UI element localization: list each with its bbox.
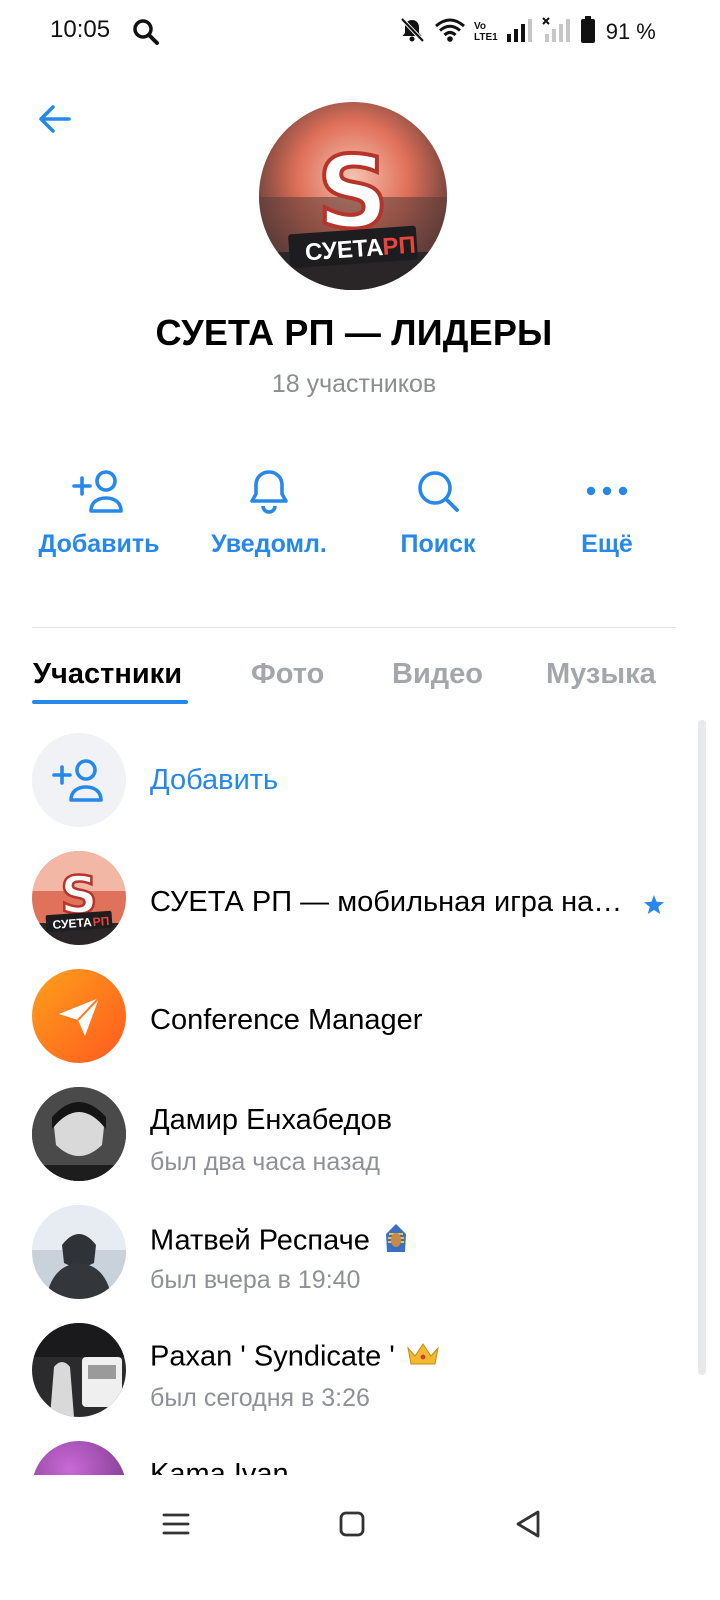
back-button[interactable] bbox=[34, 98, 76, 140]
member-row[interactable]: Conference Manager bbox=[0, 956, 708, 1074]
avatar: S СУЕТА РП bbox=[32, 851, 126, 945]
chat-avatar[interactable]: S СУЕТА РП bbox=[259, 102, 447, 290]
wifi-icon bbox=[434, 16, 466, 49]
chat-title: СУЕТА РП — ЛИДЕРЫ bbox=[155, 312, 553, 353]
menu-icon bbox=[162, 1513, 190, 1535]
back-triangle-icon bbox=[516, 1510, 540, 1538]
bell-off-icon bbox=[398, 16, 426, 49]
more-action[interactable]: Ещё bbox=[522, 462, 692, 559]
paper-plane-icon bbox=[59, 997, 100, 1036]
members-list[interactable]: Добавить S СУЕТА РП СУЕТА РП — мобильная… bbox=[0, 720, 708, 1475]
star-icon bbox=[643, 894, 665, 921]
tab-photo[interactable]: Фото bbox=[251, 658, 324, 691]
battery-percent: 91 % bbox=[605, 19, 656, 44]
signal-icon bbox=[506, 17, 534, 48]
avatar bbox=[32, 1205, 126, 1299]
active-tab-indicator bbox=[32, 700, 188, 704]
avatar-logo-text: СУЕТА bbox=[52, 915, 92, 932]
add-user-icon bbox=[32, 733, 126, 827]
tab-members[interactable]: Участники bbox=[33, 658, 182, 691]
status-bar: 10:05 Vo LTE1 91 % bbox=[0, 0, 720, 64]
add-member-action[interactable]: Добавить bbox=[14, 462, 184, 559]
status-time: 10:05 bbox=[50, 16, 111, 43]
avatar bbox=[32, 1441, 126, 1475]
search-action[interactable]: Поиск bbox=[353, 462, 523, 559]
avatar-logo-accent: РП bbox=[382, 232, 417, 261]
volte-line2: LTE1 bbox=[474, 32, 498, 43]
member-name: СУЕТА РП — мобильная игра на… bbox=[150, 886, 623, 918]
back-arrow-icon bbox=[39, 105, 71, 133]
conference-manager-avatar bbox=[32, 969, 126, 1063]
member-row[interactable]: Дамир Енхабедов был два часа назад bbox=[0, 1074, 708, 1192]
member-row[interactable]: Kama Ivan bbox=[0, 1428, 708, 1475]
member-name: Conference Manager bbox=[150, 1004, 423, 1036]
menu-button[interactable] bbox=[156, 1504, 196, 1544]
action-bar: Добавить Уведомл. Поиск Ещё bbox=[0, 462, 708, 572]
member-name: Kama Ivan bbox=[150, 1458, 289, 1475]
search-label: Поиск bbox=[400, 530, 476, 558]
avatar bbox=[32, 1087, 126, 1181]
system-back-button[interactable] bbox=[508, 1504, 548, 1544]
tab-music[interactable]: Музыка bbox=[546, 658, 656, 691]
pharaoh-emoji-icon bbox=[380, 1222, 412, 1262]
navigation-bar bbox=[0, 1476, 720, 1600]
add-member-label: Добавить bbox=[150, 764, 279, 796]
member-row[interactable]: Paxan ' Syndicate ' был сегодня в 3:26 bbox=[0, 1310, 708, 1428]
add-user-icon bbox=[14, 462, 184, 520]
volte-icon: Vo LTE1 bbox=[474, 21, 498, 43]
member-status: был вчера в 19:40 bbox=[150, 1266, 361, 1294]
member-name: Paxan ' Syndicate ' bbox=[150, 1340, 441, 1376]
home-icon bbox=[339, 1511, 365, 1537]
member-name: Матвей Респаче bbox=[150, 1222, 412, 1262]
more-label: Ещё bbox=[581, 530, 633, 558]
notifications-label: Уведомл. bbox=[211, 530, 327, 558]
volte-line1: Vo bbox=[474, 21, 487, 32]
notifications-action[interactable]: Уведомл. bbox=[184, 462, 354, 559]
member-row[interactable]: S СУЕТА РП СУЕТА РП — мобильная игра на… bbox=[0, 838, 708, 956]
search-icon bbox=[132, 18, 160, 46]
member-name-text: Матвей Респаче bbox=[150, 1224, 370, 1257]
scrollbar[interactable] bbox=[698, 720, 706, 1375]
bell-icon bbox=[184, 462, 354, 520]
add-member-label: Добавить bbox=[38, 530, 160, 558]
participants-count[interactable]: 18 участников bbox=[0, 370, 708, 399]
more-icon bbox=[522, 462, 692, 520]
add-member-row[interactable]: Добавить bbox=[0, 720, 708, 838]
search-icon bbox=[353, 462, 523, 520]
member-name-text: Paxan ' Syndicate ' bbox=[150, 1340, 395, 1373]
home-button[interactable] bbox=[332, 1504, 372, 1544]
member-row[interactable]: Матвей Респаче был вчера в 19:40 bbox=[0, 1192, 708, 1310]
member-status: был два часа назад bbox=[150, 1148, 380, 1176]
avatar bbox=[32, 1323, 126, 1417]
battery-icon bbox=[580, 15, 596, 49]
avatar-logo-text: СУЕТА bbox=[304, 234, 384, 266]
signal-no-service-icon bbox=[542, 16, 572, 48]
member-name: Дамир Енхабедов bbox=[150, 1104, 392, 1136]
member-status: был сегодня в 3:26 bbox=[150, 1384, 370, 1412]
avatar-logo-accent: РП bbox=[92, 914, 110, 929]
crown-emoji-icon bbox=[405, 1340, 441, 1376]
tab-video[interactable]: Видео bbox=[392, 658, 483, 691]
divider bbox=[32, 627, 676, 628]
